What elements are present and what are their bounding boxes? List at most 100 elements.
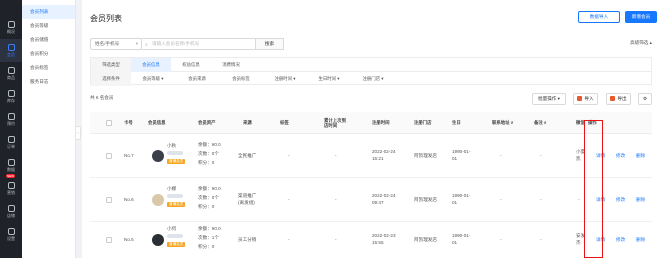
rail-item-settings[interactable]: 设置 [0, 223, 22, 246]
birth-date: 1990-01- [452, 149, 471, 154]
col-assets: 会员资产 [198, 120, 216, 126]
asset-balance[interactable]: 余额：¥0.0 [198, 226, 221, 233]
filter-condition-label: 选择条件 [91, 72, 131, 86]
register-store: 阿凯理发店 [414, 153, 437, 158]
marketing-icon [7, 181, 15, 189]
birth-date: 1990-01- [452, 233, 471, 238]
filter-tab-benefits[interactable]: 权益信息 [171, 62, 211, 68]
gear-icon: ⚙ [642, 96, 648, 101]
row-checkbox[interactable] [106, 237, 112, 243]
tag: - [288, 197, 290, 202]
rail-item-orders[interactable]: 订单 [0, 131, 22, 154]
asset-balance[interactable]: 余额：¥0.0 [198, 142, 221, 149]
row-checkbox[interactable] [106, 153, 112, 159]
rail-item-overview[interactable]: 概况 [0, 16, 22, 39]
new-member-button[interactable]: 新增会员 [625, 11, 657, 23]
box-icon [7, 66, 15, 74]
rail-item-booking[interactable]: 预约 [0, 108, 22, 131]
phone-masked [167, 233, 183, 240]
filter-member-tags[interactable]: 会员标签 [219, 76, 263, 82]
register-time: 15:55 [372, 240, 384, 245]
asset-points[interactable]: 积分：0 [198, 160, 214, 167]
remark: - [540, 153, 542, 158]
tag: - [288, 153, 290, 158]
member-name[interactable]: 小娜 [167, 186, 176, 193]
filter-member-source[interactable]: 会员来源 [175, 76, 219, 82]
address: - [500, 197, 502, 202]
delete-link[interactable]: 删除 [636, 197, 645, 204]
subnav-member-list[interactable]: 会员列表 [22, 5, 75, 19]
rail-item-members[interactable]: 会员 [0, 39, 22, 62]
filter-tab-member-info[interactable]: 会员信息 [131, 57, 171, 72]
search-icon[interactable]: ⌕ [511, 120, 513, 126]
rail-item-stock[interactable]: 库存 [0, 85, 22, 108]
search-type-select[interactable]: 姓名/手机号 [90, 38, 142, 50]
remark: - [540, 197, 542, 202]
asset-balance[interactable]: 余额：¥0.0 [198, 186, 221, 193]
birth-day: 01 [452, 200, 458, 205]
search-bar: 姓名/手机号 ⌕请输入会员名称/手机号 搜索 [90, 38, 284, 50]
batch-operation-button[interactable]: 批量操作 ▾ [532, 93, 566, 105]
search-icon[interactable]: ⌕ [544, 120, 546, 126]
asset-times[interactable]: 次数：0个 [198, 195, 219, 202]
edit-link[interactable]: 修改 [616, 197, 625, 204]
rail-item-marketing[interactable]: NEW 营销 [0, 174, 22, 200]
wechat-line2: 杰 [576, 240, 581, 245]
subnav-member-level[interactable]: 会员等级 [22, 19, 75, 33]
source-detail: (离发组) [238, 200, 255, 205]
member-name[interactable]: 小何 [167, 226, 176, 233]
table-header: 卡号 会员信息 会员资产 来源 标签 累计上次到店时间 注册时间 注册门店 生日… [90, 112, 652, 134]
asset-times[interactable]: 次数：1个 [198, 235, 219, 242]
filter-member-level[interactable]: 会员等级 ▾ [131, 76, 175, 82]
register-time: 09:47 [372, 200, 384, 205]
filter-register-time[interactable]: 注册时间 ▾ [263, 76, 307, 82]
user-icon [7, 43, 15, 51]
col-register-store: 注册门店 [414, 120, 432, 126]
subnav-member-stored-value[interactable]: 会员储值 [22, 33, 75, 47]
level-badge: 普通会员 [167, 242, 186, 247]
edit-link[interactable]: 修改 [616, 153, 625, 160]
column-settings-button[interactable]: ⚙ [638, 93, 652, 105]
advanced-filter-toggle[interactable]: 高级筛选 ▴ [630, 40, 652, 46]
phone-masked [167, 193, 183, 200]
register-store: 阿凯理发店 [414, 197, 437, 202]
store-icon [7, 204, 15, 212]
stock-icon [7, 89, 15, 97]
member-name[interactable]: 小秋 [167, 143, 176, 150]
import-button[interactable]: 导入 [573, 93, 598, 105]
edit-link[interactable]: 修改 [616, 237, 625, 244]
search-input[interactable]: ⌕ 请输入会员名称/手机号 [142, 38, 256, 50]
table-row: No.6 小娜 普通会员 余额：¥0.0 次数：0个 积分：0 渠道推广 (离发… [90, 178, 652, 222]
subnav-member-tags[interactable]: 会员标签 [22, 61, 75, 75]
delete-link[interactable]: 删除 [636, 237, 645, 244]
filter-tab-consumption[interactable]: 消费情况 [211, 62, 251, 68]
subnav-member-points[interactable]: 会员积分 [22, 47, 75, 61]
order-icon [7, 135, 15, 143]
search-button[interactable]: 搜索 [256, 38, 284, 50]
main-rail: 概况 会员 商品 库存 预约 订单 数据 NEW 营销 店铺 设置 [0, 0, 22, 258]
delete-link[interactable]: 删除 [636, 153, 645, 160]
collapse-handle[interactable]: ‹ [75, 126, 81, 140]
card-number: No.6 [124, 197, 134, 202]
register-date: 2022-02-23 [372, 233, 396, 238]
rail-item-store[interactable]: 店铺 [0, 200, 22, 223]
source: 全民推广 [238, 153, 257, 158]
data-import-button[interactable]: 数据导入 [578, 11, 620, 23]
asset-points[interactable]: 积分：0 [198, 244, 214, 251]
asset-points[interactable]: 积分：0 [198, 204, 214, 211]
export-button[interactable]: 导出 [606, 93, 631, 105]
avatar [152, 234, 164, 246]
select-all-checkbox[interactable] [106, 120, 112, 126]
filter-birthday[interactable]: 生日时间 ▾ [307, 76, 351, 82]
register-date: 2022-02-24 [372, 193, 396, 198]
asset-times[interactable]: 次数：0个 [198, 151, 219, 158]
wechat-line2: 凯 [576, 156, 581, 161]
subnav-service-log[interactable]: 服务日志 [22, 75, 75, 89]
level-badge: 普通会员 [167, 159, 186, 164]
rail-item-goods[interactable]: 商品 [0, 62, 22, 85]
row-checkbox[interactable] [106, 197, 112, 203]
filter-register-store[interactable]: 注册门店 ▾ [351, 76, 395, 82]
highlight-box [584, 120, 603, 258]
phone-blur [167, 193, 183, 198]
phone-masked [167, 150, 183, 157]
